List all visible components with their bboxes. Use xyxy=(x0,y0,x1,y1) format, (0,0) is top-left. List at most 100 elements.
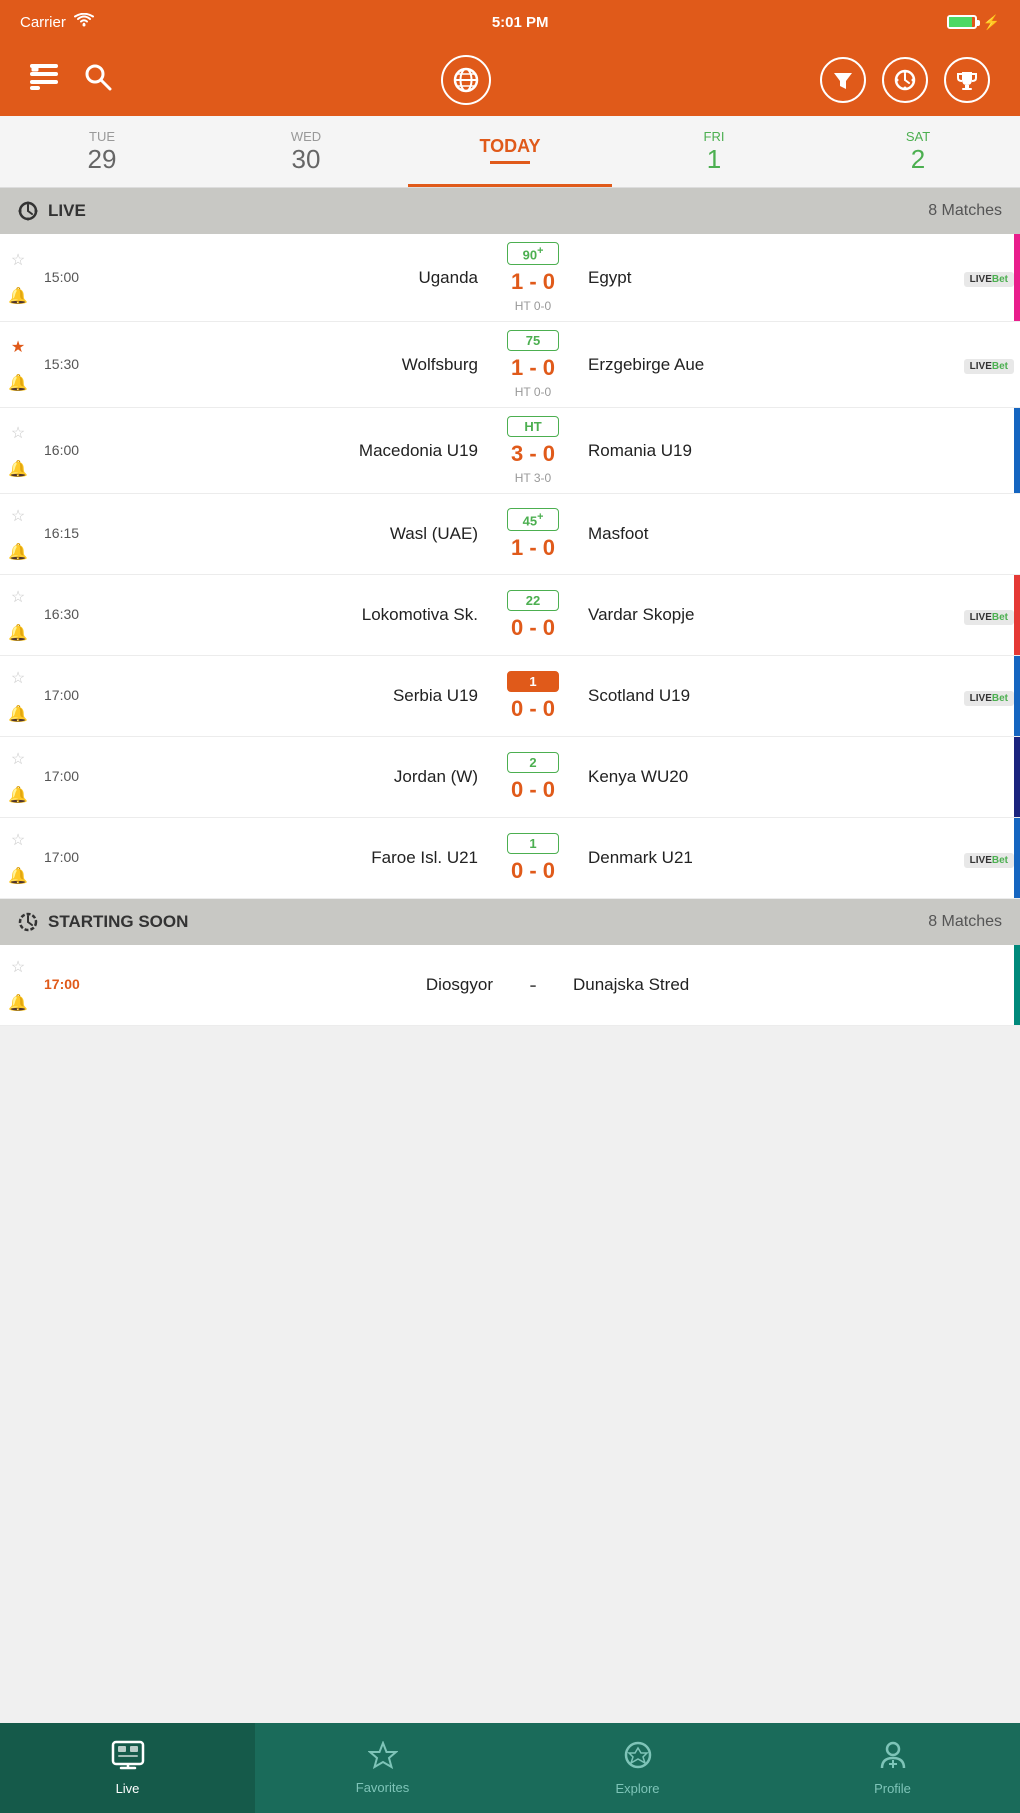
live-section-header: LIVE 8 Matches xyxy=(0,188,1020,234)
match-row: ☆ 🔔 15:00 Uganda 90+ 1 - 0 HT 0-0 Egypt … xyxy=(0,234,1020,322)
score: 1 - 0 xyxy=(511,535,555,561)
minute-badge: 1 xyxy=(507,833,559,854)
team-home: Macedonia U19 xyxy=(126,441,488,461)
starting-soon-title: STARTING SOON xyxy=(18,912,188,932)
status-left: Carrier xyxy=(20,13,94,31)
match-time: 17:00 xyxy=(36,768,126,786)
halftime-score: HT 3-0 xyxy=(515,471,551,485)
favorite-star[interactable]: ☆ xyxy=(11,250,25,270)
score: 0 - 0 xyxy=(511,615,555,641)
score-column: 90+ 1 - 0 HT 0-0 xyxy=(488,242,578,313)
tab-tuesday[interactable]: TUE 29 xyxy=(0,116,204,187)
match-time: 15:30 xyxy=(36,356,126,374)
starting-soon-count: 8 Matches xyxy=(928,913,1002,931)
notification-bell[interactable]: 🔔 xyxy=(8,866,28,886)
tab-saturday[interactable]: SAT 2 xyxy=(816,116,1020,187)
livebet-badge: LIVEBet xyxy=(964,272,1014,287)
globe-button[interactable] xyxy=(441,55,491,105)
today-label: TODAY xyxy=(479,136,540,157)
header-right-icons xyxy=(820,57,990,103)
match-icons: ☆ 🔔 xyxy=(0,828,36,888)
match-row: ☆ 🔔 17:00 Serbia U19 1 0 - 0 Scotland U1… xyxy=(0,656,1020,737)
tue-num: 29 xyxy=(88,144,117,175)
favorite-star[interactable]: ☆ xyxy=(11,957,25,977)
side-color-bar xyxy=(1014,945,1020,1025)
team-home: Wasl (UAE) xyxy=(126,524,488,544)
notification-bell[interactable]: 🔔 xyxy=(8,286,28,306)
favorite-star[interactable]: ★ xyxy=(11,337,25,357)
match-time: 16:00 xyxy=(36,442,126,460)
notification-bell[interactable]: 🔔 xyxy=(8,459,28,479)
team-home: Faroe Isl. U21 xyxy=(126,848,488,868)
favorite-star[interactable]: ☆ xyxy=(11,423,25,443)
fri-label: FRI xyxy=(704,129,725,144)
status-time: 5:01 PM xyxy=(492,14,549,31)
tab-wednesday[interactable]: WED 30 xyxy=(204,116,408,187)
match-time: 16:30 xyxy=(36,606,126,624)
sat-label: SAT xyxy=(906,129,930,144)
notification-bell[interactable]: 🔔 xyxy=(8,993,28,1013)
tab-friday[interactable]: FRI 1 xyxy=(612,116,816,187)
livebet-badge: LIVEBet xyxy=(964,853,1014,868)
minute-badge: 45+ xyxy=(507,508,559,531)
livebet-info xyxy=(940,449,1020,453)
nav-favorites[interactable]: Favorites xyxy=(255,1723,510,1813)
tab-today[interactable]: TODAY xyxy=(408,116,612,187)
header-left-icons xyxy=(30,63,112,98)
notification-bell[interactable]: 🔔 xyxy=(8,542,28,562)
live-icon xyxy=(111,1740,145,1777)
match-row: ☆ 🔔 17:00 Jordan (W) 2 0 - 0 Kenya WU20 xyxy=(0,737,1020,818)
wed-label: WED xyxy=(291,129,321,144)
score: 3 - 0 xyxy=(511,441,555,467)
soccer-icon xyxy=(623,1740,653,1777)
battery-icon xyxy=(947,15,977,29)
notification-bell[interactable]: 🔔 xyxy=(8,704,28,724)
halftime-score: HT 0-0 xyxy=(515,299,551,313)
score: 0 - 0 xyxy=(511,858,555,884)
date-tabs: TUE 29 WED 30 TODAY FRI 1 SAT 2 xyxy=(0,116,1020,188)
nav-live[interactable]: Live xyxy=(0,1723,255,1813)
team-away: Denmark U21 xyxy=(578,848,940,868)
search-icon[interactable] xyxy=(84,63,112,98)
score-column: 1 0 - 0 xyxy=(488,833,578,884)
team-away: Kenya WU20 xyxy=(578,767,940,787)
score: 0 - 0 xyxy=(511,696,555,722)
notification-bell[interactable]: 🔔 xyxy=(8,623,28,643)
starting-soon-label: STARTING SOON xyxy=(48,912,188,932)
favorite-star[interactable]: ☆ xyxy=(11,668,25,688)
fri-num: 1 xyxy=(707,144,721,175)
wed-num: 30 xyxy=(292,144,321,175)
favorite-star[interactable]: ☆ xyxy=(11,587,25,607)
notification-bell[interactable]: 🔔 xyxy=(8,785,28,805)
nav-explore[interactable]: Explore xyxy=(510,1723,765,1813)
match-icons: ☆ 🔔 xyxy=(0,747,36,807)
side-color-bar xyxy=(1014,656,1020,736)
team-away: Vardar Skopje xyxy=(578,605,940,625)
sat-num: 2 xyxy=(911,144,925,175)
score: 1 - 0 xyxy=(511,355,555,381)
livebet-info: LIVEBet xyxy=(940,268,1020,287)
score: 0 - 0 xyxy=(511,777,555,803)
favorite-star[interactable]: ☆ xyxy=(11,749,25,769)
team-away: Erzgebirge Aue xyxy=(578,355,940,375)
tue-label: TUE xyxy=(89,129,115,144)
match-time: 17:00 xyxy=(36,849,126,867)
profile-icon xyxy=(880,1740,906,1777)
live-count: 8 Matches xyxy=(928,202,1002,220)
filter-button[interactable] xyxy=(820,57,866,103)
team-away: Egypt xyxy=(578,268,940,288)
nav-profile[interactable]: Profile xyxy=(765,1723,1020,1813)
minute-badge: 1 xyxy=(507,671,559,692)
clock-button[interactable] xyxy=(882,57,928,103)
status-bar: Carrier 5:01 PM ⚡ xyxy=(0,0,1020,44)
favorite-star[interactable]: ☆ xyxy=(11,506,25,526)
match-icons: ☆ 🔔 xyxy=(0,421,36,481)
livebet-badge: LIVEBet xyxy=(964,691,1014,706)
score-column: 75 1 - 0 HT 0-0 xyxy=(488,330,578,399)
trophy-button[interactable] xyxy=(944,57,990,103)
list-icon[interactable] xyxy=(30,64,60,97)
notification-bell[interactable]: 🔔 xyxy=(8,373,28,393)
halftime-score: HT 0-0 xyxy=(515,385,551,399)
starting-soon-section-header: STARTING SOON 8 Matches xyxy=(0,899,1020,945)
favorite-star[interactable]: ☆ xyxy=(11,830,25,850)
